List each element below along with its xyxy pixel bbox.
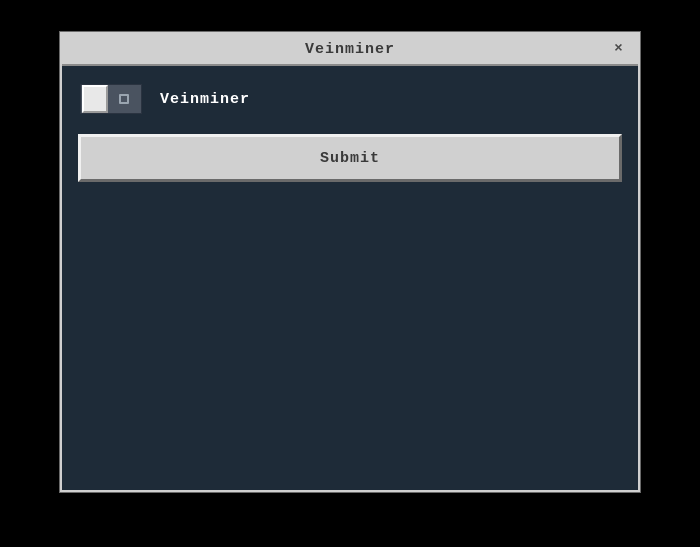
dialog-window: Veinminer × Veinminer Submit: [60, 32, 640, 492]
toggle-row: Veinminer: [78, 84, 622, 114]
submit-button-label: Submit: [320, 150, 380, 167]
close-icon: ×: [614, 41, 623, 57]
close-button[interactable]: ×: [610, 40, 628, 58]
submit-button[interactable]: Submit: [78, 134, 622, 182]
toggle-off-icon: [119, 94, 129, 104]
toggle-label: Veinminer: [160, 91, 250, 108]
titlebar: Veinminer ×: [62, 34, 638, 66]
dialog-title: Veinminer: [62, 41, 638, 58]
empty-space: [78, 190, 622, 474]
content-area: Veinminer Submit: [62, 66, 638, 490]
veinminer-toggle[interactable]: [80, 84, 142, 114]
toggle-knob: [82, 85, 108, 113]
